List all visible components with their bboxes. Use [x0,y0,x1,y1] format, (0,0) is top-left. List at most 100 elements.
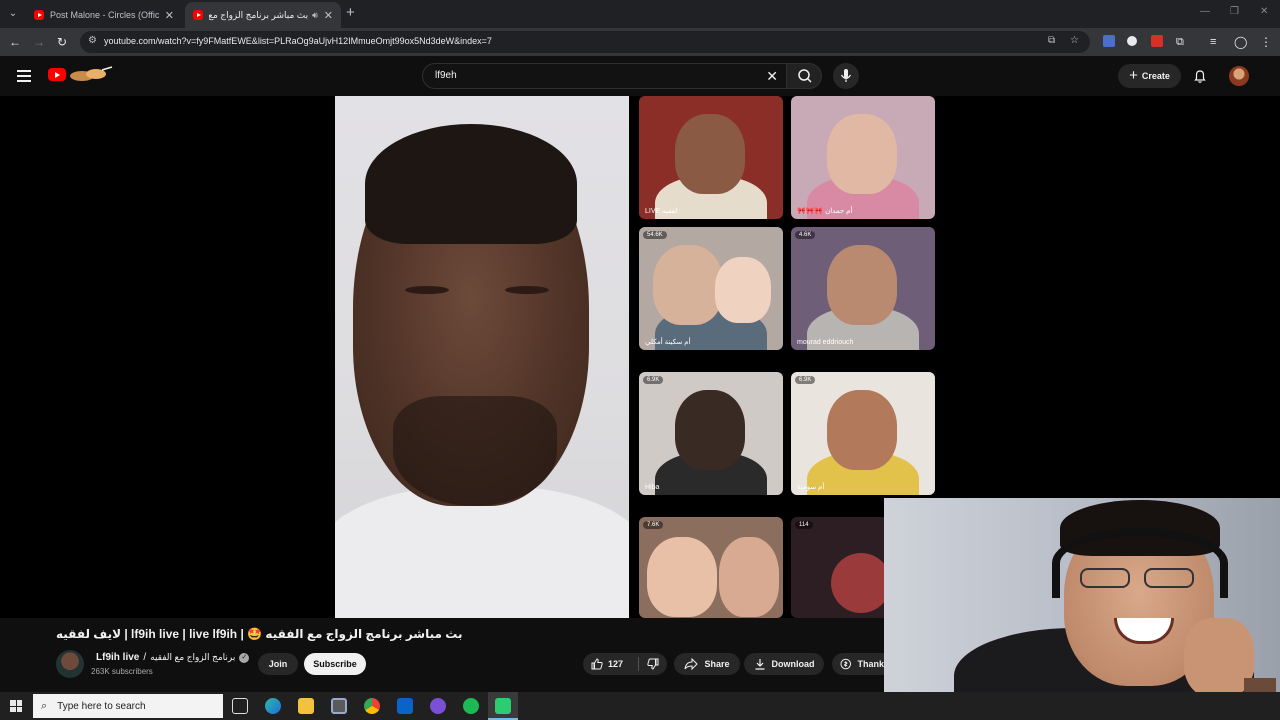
share-label: Share [704,659,730,669]
menu-dots-icon[interactable]: ⋮ [1260,34,1272,50]
subscribe-label: Subscribe [313,659,357,669]
file-explorer-icon[interactable] [298,698,314,714]
share-arrow-icon [684,658,699,670]
live-guest-tile: 54.6K أم سكينة أمكلي [639,227,783,350]
thumbs-up-icon [591,658,603,670]
discord-icon[interactable] [430,698,446,714]
capture-app-icon[interactable] [495,698,511,714]
chrome-icon[interactable] [364,698,380,714]
microphone-icon [840,69,852,82]
install-icon[interactable]: ⧉ [1048,35,1055,46]
new-tab-icon[interactable]: + [346,5,355,21]
like-button[interactable]: 127 [591,658,623,670]
tab-search-icon[interactable]: ⌄ [4,5,22,23]
live-guest-tile: 6.9K Hiba [639,372,783,495]
live-guest-tile: 6.9K أم سومية [791,372,935,495]
youtube-logo-icon[interactable] [48,68,66,81]
close-window-icon[interactable]: ✕ [1260,6,1268,17]
share-button[interactable]: Share [674,653,740,675]
extensions-icon[interactable]: ⧉ [1176,34,1184,50]
guest-name: أم سكينة أمكلي [645,339,691,346]
video-title: لايف لفقيه | lf9ih live | live lf9ih | 🤩… [56,627,463,641]
channel-name[interactable]: Lf9ih live / برنامج الزواج مع الفقيه ✓ [96,652,250,663]
create-button[interactable]: + Create [1118,64,1181,88]
taskbar-search-placeholder: Type here to search [57,700,146,712]
plus-icon: + [1129,67,1138,84]
guest-name: mourad eddriouch [797,339,854,346]
site-info-icon[interactable]: ⚙ [88,35,97,46]
restore-icon[interactable]: ❐ [1230,6,1239,17]
download-icon [755,659,764,670]
tab-close-icon[interactable]: ✕ [324,9,333,22]
url-text[interactable]: youtube.com/watch?v=fy9FMatfEWE&list=PLR… [104,36,492,46]
subscribe-button[interactable]: Subscribe [304,653,366,675]
adblock-icon[interactable] [1151,35,1163,47]
channel-name-latin[interactable]: Lf9ih live [96,652,139,663]
address-bar[interactable]: ⚙ youtube.com/watch?v=fy9FMatfEWE&list=P… [80,31,1090,53]
download-label: Download [771,659,815,669]
viewer-count-badge: 4.6K [795,231,816,239]
search-input[interactable]: lf9eh ✕ [422,63,786,89]
like-count: 127 [607,659,624,669]
search-icon: ⌕ [41,699,48,712]
thumbs-down-icon [647,658,659,670]
spotify-icon[interactable] [463,698,479,714]
outlook-icon[interactable] [397,698,413,714]
subscriber-count: 263K subscribers [91,667,153,676]
reload-icon[interactable]: ↻ [57,34,67,50]
clear-search-icon[interactable]: ✕ [766,68,778,84]
live-guest-tile: LIVE لفقيه [639,96,783,219]
windows-taskbar: ⌕ Type here to search [0,692,1280,720]
minimize-icon[interactable]: — [1200,6,1210,17]
thanks-button[interactable]: Thank [832,653,884,675]
extension-icon[interactable] [1127,36,1137,46]
search-button[interactable] [786,63,822,89]
thanks-label: Thank [857,659,884,669]
guest-name: أم سومية [797,484,825,491]
dislike-button[interactable] [647,658,659,670]
channel-name-arabic[interactable]: برنامج الزواج مع الفقيه [150,652,235,663]
translate-icon[interactable] [1103,35,1115,47]
voice-search-button[interactable] [833,63,859,89]
notifications-bell-icon[interactable] [1192,68,1208,84]
task-view-icon[interactable] [232,698,248,714]
user-avatar[interactable] [1229,66,1249,86]
viewer-count-badge: 114 [795,521,813,529]
browser-tab-bar: ⌄ Post Malone - Circles (Official M ✕ بث… [0,0,1280,28]
profile-icon[interactable]: ◯ [1234,34,1247,50]
taskbar-search-input[interactable]: ⌕ Type here to search [33,694,223,718]
tab-close-icon[interactable]: ✕ [165,9,174,22]
windows-start-icon[interactable] [10,700,22,712]
viewer-count-badge: 6.9K [795,376,816,384]
forward-arrow-icon[interactable]: → [33,34,45,50]
super-thanks-icon [840,658,852,670]
channel-avatar[interactable] [56,650,84,678]
viewer-count-badge: 54.6K [643,231,667,239]
back-arrow-icon[interactable]: ← [9,34,21,50]
like-dislike-divider [638,657,639,671]
youtube-doodle-icon[interactable] [68,66,114,82]
channel-watermark [1244,678,1276,692]
guest-name: LIVE لفقيه [645,208,678,215]
edge-browser-icon[interactable] [265,698,281,714]
create-label: Create [1141,71,1170,81]
live-guest-tile: 🎀🎀🎀 أم حمدان [791,96,935,219]
like-dislike-group: 127 [583,653,667,675]
speaker-icon[interactable]: 🔊︎ [312,10,318,21]
join-button[interactable]: Join [258,653,298,675]
download-button[interactable]: Download [744,653,824,675]
search-query[interactable]: lf9eh [435,70,457,81]
browser-tab[interactable]: Post Malone - Circles (Official M ✕ [26,2,182,28]
youtube-favicon-icon [34,10,44,20]
youtube-favicon-icon [193,10,203,20]
join-label: Join [268,659,288,669]
tab-title: بث مباشر برنامج الزواج مع الف [209,9,309,20]
hamburger-menu-icon[interactable] [17,70,31,82]
browser-tab-active[interactable]: بث مباشر برنامج الزواج مع الف 🔊︎ ✕ [185,2,341,28]
tab-title: Post Malone - Circles (Official M [50,10,159,20]
bookmark-star-icon[interactable]: ☆ [1070,35,1079,46]
media-icon[interactable]: ≡ [1210,34,1216,50]
live-guest-tile: 7.6K [639,517,783,618]
viewer-count-badge: 6.9K [643,376,664,384]
microsoft-store-icon[interactable] [331,698,347,714]
